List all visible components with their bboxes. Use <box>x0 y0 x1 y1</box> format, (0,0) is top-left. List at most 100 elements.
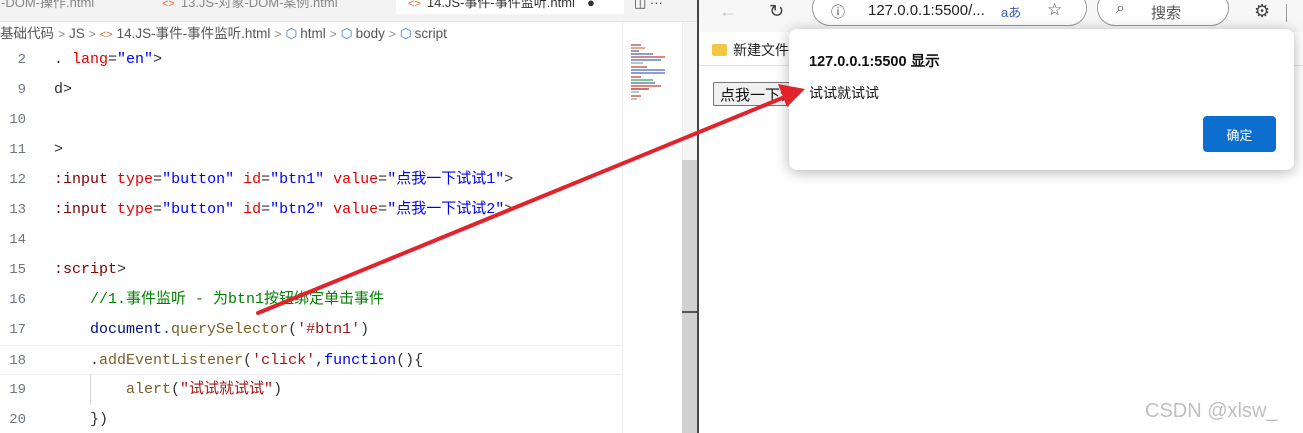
code-line[interactable]: 17 document.querySelector('#btn1') <box>0 315 622 345</box>
code-line[interactable]: 19 alert("试试就试试") <box>0 375 622 405</box>
line-number: 9 <box>17 82 26 98</box>
code-line[interactable]: 2. lang="en"> <box>0 45 622 75</box>
ok-button[interactable]: 确定 <box>1203 116 1276 152</box>
code-token: "点我一下试试2" <box>387 201 505 218</box>
code-token: //1.事件监听 - 为btn1按钮绑定单击事件 <box>90 291 385 308</box>
minimap-line <box>631 95 641 97</box>
code-token: , <box>315 352 325 369</box>
code-token: ) <box>273 381 283 398</box>
bookmark-folder[interactable]: 新建文件 <box>712 40 789 60</box>
code-token: addEventListener <box>99 352 244 369</box>
breadcrumb-symbol[interactable]: body <box>356 26 385 41</box>
code-token: lang <box>72 51 109 68</box>
breadcrumb-folder[interactable]: JS <box>69 26 85 41</box>
code-token: = <box>108 51 118 68</box>
extensions-icon[interactable]: ⚙ <box>1254 0 1270 22</box>
code-line[interactable]: 9 d> <box>0 75 622 105</box>
code-token: (){ <box>396 352 424 369</box>
code-token: d> <box>54 81 73 98</box>
line-number: 15 <box>9 262 26 278</box>
element-icon: ⬡ <box>399 26 412 41</box>
minimap-line <box>631 91 639 93</box>
code-line[interactable]: 20 }) <box>0 405 622 433</box>
breadcrumb-file[interactable]: 14.JS-事件-事件监听.html <box>117 26 271 41</box>
line-number: 13 <box>9 202 26 218</box>
code-area[interactable]: 2. lang="en"> 9 d> 10 11 >12:input type="butt… <box>0 44 622 433</box>
code-token: = <box>153 171 163 188</box>
code-token: 'click' <box>252 352 316 369</box>
chevron-right-icon: > <box>329 27 337 41</box>
code-token: function <box>324 352 397 369</box>
code-token: "button" <box>162 171 235 188</box>
search-box[interactable]: ⌕ 搜索 <box>1097 0 1229 26</box>
code-token: value <box>333 171 379 188</box>
code-token: type <box>117 171 154 188</box>
line-number: 14 <box>9 232 26 248</box>
dialog-message: 试试就试试 <box>809 85 879 101</box>
breadcrumb-folder[interactable]: 基础代码 <box>0 26 54 41</box>
tab-label: 13.JS-对象-DOM-案例.html <box>180 0 338 10</box>
code-text: :script> <box>54 255 126 285</box>
search-label: 搜索 <box>1151 5 1182 22</box>
code-text: :input type="button" id="btn1" value="点我… <box>54 165 513 195</box>
code-line[interactable]: 14 <box>0 225 622 255</box>
split-editor-icon[interactable]: ◫ ··· <box>634 0 663 14</box>
code-token: id <box>243 171 262 188</box>
chevron-right-icon: > <box>274 27 282 41</box>
code-token: "点我一下试试1" <box>387 171 505 188</box>
breadcrumb-symbol[interactable]: html <box>300 26 326 41</box>
minimap-line <box>631 98 637 100</box>
line-number: 12 <box>9 172 26 188</box>
code-line[interactable]: 18 .addEventListener('click',function(){ <box>0 345 622 375</box>
unsaved-dot-icon[interactable]: ● <box>587 0 595 10</box>
info-icon[interactable]: ⓘ <box>831 2 845 22</box>
editor-tab-bar: 象-DOM-操作.html <> 13.JS-对象-DOM-案例.html <> 1… <box>0 0 697 22</box>
element-icon: ⬡ <box>340 26 353 41</box>
code-text: :input type="button" id="btn2" value="点我… <box>54 195 513 225</box>
code-line[interactable]: 13:input type="button" id="btn2" value="… <box>0 195 622 225</box>
minimap[interactable] <box>622 22 682 433</box>
alert-dialog: 127.0.0.1:5500 显示 试试就试试 确定 <box>789 29 1294 170</box>
address-bar[interactable]: ⓘ 127.0.0.1:5500/... aあ ☆ <box>812 0 1087 26</box>
code-token: document <box>90 321 163 338</box>
code-token: value <box>333 201 379 218</box>
editor-scrollbar-thumb[interactable] <box>682 160 697 433</box>
tab-dom-operations[interactable]: 象-DOM-操作.html <box>0 0 138 14</box>
minimap-line <box>631 44 641 46</box>
breadcrumb-symbol[interactable]: script <box>415 26 447 41</box>
code-line[interactable]: 15 :script> <box>0 255 622 285</box>
code-text: alert("试试就试试") <box>54 375 282 405</box>
code-line[interactable]: 10 <box>0 105 622 135</box>
back-arrow-icon[interactable]: ← <box>719 0 737 22</box>
code-token: ) <box>360 321 370 338</box>
code-line[interactable]: 11 > <box>0 135 622 165</box>
code-token: "button" <box>162 201 235 218</box>
minimap-line <box>631 59 661 61</box>
code-token: = <box>378 201 388 218</box>
minimap-line <box>631 66 647 68</box>
code-line[interactable]: 16 //1.事件监听 - 为btn1按钮绑定单击事件 <box>0 285 622 315</box>
read-aloud-icon[interactable]: aあ <box>1001 2 1021 21</box>
code-token: > <box>54 141 64 158</box>
favorite-star-icon[interactable]: ☆ <box>1047 0 1062 20</box>
reload-icon[interactable]: ↻ <box>769 0 784 22</box>
url-text[interactable]: 127.0.0.1:5500/... <box>868 2 985 19</box>
code-text: document.querySelector('#btn1') <box>54 315 369 345</box>
element-icon: ⬡ <box>285 26 298 41</box>
chevron-right-icon: > <box>88 27 96 41</box>
code-token: :script <box>54 261 118 278</box>
line-number: 10 <box>9 112 26 128</box>
tab-dom-example[interactable]: <> 13.JS-对象-DOM-案例.html <box>162 0 382 14</box>
chevron-right-icon: > <box>58 27 66 41</box>
tab-event-listener[interactable]: <> 14.JS-事件-事件监听.html ● <box>396 0 624 14</box>
minimap-line <box>631 53 653 55</box>
html-file-icon: <> <box>99 29 113 41</box>
html-file-icon: <> <box>408 0 421 10</box>
code-line[interactable]: 12:input type="button" id="btn1" value="… <box>0 165 622 195</box>
code-token: id <box>243 201 262 218</box>
